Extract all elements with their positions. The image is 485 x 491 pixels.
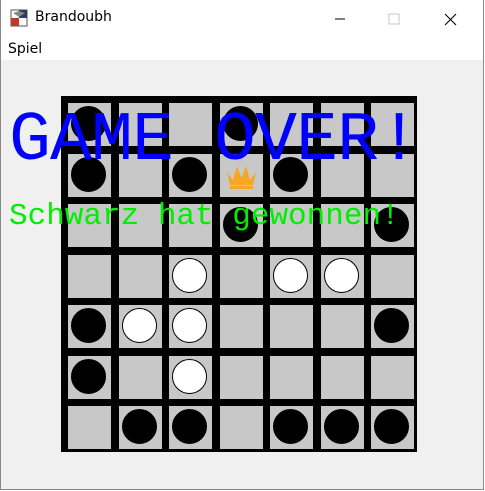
black-piece[interactable] (374, 308, 409, 343)
close-button[interactable] (427, 0, 473, 38)
app-window: Brandoubh Spiel GAME OVER! Schwarz hat g… (0, 0, 484, 490)
app-board-icon (10, 9, 28, 27)
board-cell[interactable] (371, 406, 414, 449)
board-cell[interactable] (220, 305, 263, 348)
board-cell[interactable] (68, 255, 111, 298)
board-cell[interactable] (119, 406, 162, 449)
black-piece[interactable] (172, 409, 207, 444)
board-cell[interactable] (371, 305, 414, 348)
board-cell[interactable] (119, 356, 162, 399)
white-piece[interactable] (324, 258, 359, 293)
white-piece[interactable] (172, 258, 207, 293)
minimize-button[interactable] (317, 0, 363, 38)
board-cell[interactable] (270, 356, 313, 399)
board-cell[interactable] (321, 255, 364, 298)
black-piece[interactable] (324, 409, 359, 444)
game-over-title: GAME OVER! (9, 102, 420, 181)
board-cell[interactable] (220, 406, 263, 449)
maximize-button[interactable] (371, 0, 417, 38)
board-cell[interactable] (270, 255, 313, 298)
board-cell[interactable] (169, 356, 212, 399)
board-cell[interactable] (169, 255, 212, 298)
board-cell[interactable] (321, 356, 364, 399)
board-cell[interactable] (68, 356, 111, 399)
white-piece[interactable] (172, 308, 207, 343)
board-cell[interactable] (270, 406, 313, 449)
black-piece[interactable] (71, 308, 106, 343)
black-piece[interactable] (273, 409, 308, 444)
board-cell[interactable] (220, 255, 263, 298)
board-cell[interactable] (371, 356, 414, 399)
menu-bar: Spiel (1, 38, 483, 60)
board-cell[interactable] (371, 255, 414, 298)
board-cell[interactable] (321, 406, 364, 449)
close-icon (444, 13, 456, 25)
title-bar[interactable]: Brandoubh (1, 0, 483, 38)
white-piece[interactable] (273, 258, 308, 293)
menu-spiel[interactable]: Spiel (8, 41, 42, 57)
board-cell[interactable] (169, 406, 212, 449)
board-cell[interactable] (169, 305, 212, 348)
board-cell[interactable] (220, 356, 263, 399)
white-piece[interactable] (172, 359, 207, 394)
black-piece[interactable] (122, 409, 157, 444)
game-panel: GAME OVER! Schwarz hat gewonnen! (1, 60, 483, 489)
black-piece[interactable] (71, 359, 106, 394)
black-piece[interactable] (374, 409, 409, 444)
white-piece[interactable] (122, 308, 157, 343)
board-cell[interactable] (119, 305, 162, 348)
window-title: Brandoubh (35, 9, 112, 25)
board-cell[interactable] (321, 305, 364, 348)
board-cell[interactable] (119, 255, 162, 298)
board-cell[interactable] (270, 305, 313, 348)
winner-message: Schwarz hat gewonnen! (9, 199, 400, 234)
maximize-icon (388, 13, 400, 25)
minimize-icon (335, 18, 345, 20)
board-cell[interactable] (68, 406, 111, 449)
board-cell[interactable] (68, 305, 111, 348)
